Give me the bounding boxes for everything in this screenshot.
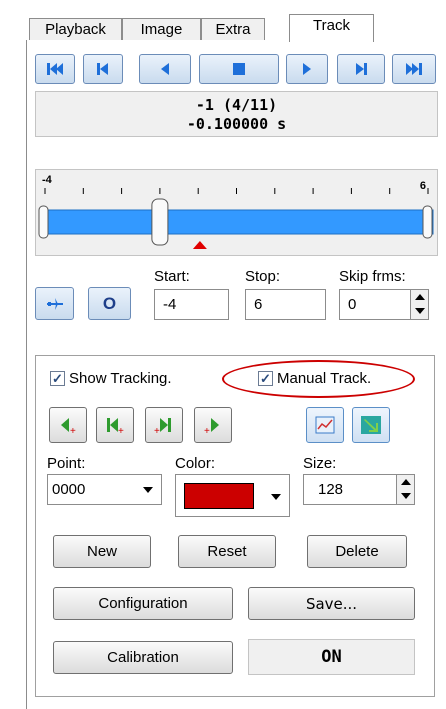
green-forward-plus-icon: +: [204, 418, 219, 435]
calibration-status: ON: [248, 639, 415, 675]
tab-track[interactable]: Track: [289, 14, 374, 42]
chevron-down-icon[interactable]: [271, 494, 281, 500]
frame-time-readout: -1 (4/11) -0.100000 s: [35, 91, 438, 137]
color-select[interactable]: [175, 474, 290, 517]
skip-frames-value: 0: [348, 296, 357, 313]
delete-button[interactable]: Delete: [307, 535, 407, 568]
save-button[interactable]: Save...: [248, 587, 415, 620]
size-label: Size:: [303, 455, 337, 472]
svg-text:+: +: [70, 426, 76, 435]
green-arrow-icon: [361, 416, 381, 434]
last-frame-button[interactable]: [392, 54, 436, 84]
size-spinner[interactable]: [396, 475, 414, 504]
calibration-button[interactable]: Calibration: [53, 641, 233, 674]
range-end-handle[interactable]: [422, 205, 433, 239]
origin-button[interactable]: O: [88, 287, 131, 320]
skip-frames-spinner[interactable]: [410, 290, 428, 319]
spin-down-icon[interactable]: [401, 493, 411, 499]
stop-icon: [233, 63, 245, 75]
slider-bar: [40, 209, 434, 235]
tab-playback[interactable]: Playback: [29, 18, 122, 41]
step-back-icon: [161, 63, 169, 75]
next-keyframe-icon: [356, 63, 367, 75]
checkbox-box[interactable]: ✓: [50, 371, 65, 386]
spin-down-icon[interactable]: [415, 308, 425, 314]
skip-frames-field[interactable]: 0: [339, 289, 429, 320]
prev-keyframe-button[interactable]: [83, 54, 123, 84]
point-value: 0000: [52, 481, 86, 498]
skip-frames-label: Skip frms:: [339, 268, 406, 285]
add-point-last-button[interactable]: +: [145, 407, 183, 443]
stop-field[interactable]: 6: [245, 289, 326, 320]
green-back-plus-icon: +: [61, 418, 76, 435]
add-point-back-button[interactable]: +: [49, 407, 87, 443]
slider-thumb[interactable]: [151, 198, 169, 246]
stop-label: Stop:: [245, 268, 281, 285]
color-label: Color:: [175, 455, 216, 472]
range-start-handle[interactable]: [38, 205, 49, 239]
time-readout: -0.100000 s: [186, 115, 287, 133]
color-swatch: [184, 482, 254, 509]
play-button[interactable]: [286, 54, 328, 84]
tab-label: Image: [140, 21, 183, 38]
configuration-button[interactable]: Configuration: [53, 587, 233, 620]
export-button[interactable]: [352, 407, 390, 443]
last-frame-icon: [406, 63, 422, 75]
chart-button[interactable]: [306, 407, 344, 443]
tab-label: Playback: [45, 21, 106, 38]
spin-up-icon[interactable]: [401, 479, 411, 485]
tab-strip: Playback Image Extra Track: [26, 0, 446, 42]
size-value: 128: [318, 481, 344, 498]
tab-label: Extra: [215, 21, 251, 38]
frame-slider[interactable]: -4 6: [35, 169, 438, 256]
stop-button[interactable]: [199, 54, 279, 84]
green-last-plus-icon: +: [154, 418, 171, 435]
slider-track-svg: -4 6: [38, 174, 434, 249]
show-tracking-checkbox[interactable]: ✓ Show Tracking.: [50, 370, 172, 387]
airplane-icon: [46, 297, 63, 310]
annotation-ellipse: [222, 360, 415, 398]
reset-button[interactable]: Reset: [178, 535, 276, 568]
start-field[interactable]: -4: [154, 289, 229, 320]
point-select[interactable]: 0000: [47, 474, 162, 505]
green-first-plus-icon: +: [107, 418, 124, 435]
svg-text:+: +: [154, 426, 160, 435]
current-frame-marker: [192, 241, 207, 249]
start-label: Start:: [154, 268, 190, 285]
svg-text:+: +: [118, 426, 124, 435]
tab-extra[interactable]: Extra: [201, 18, 265, 41]
slider-ticks: [44, 188, 429, 194]
slider-max-label: 6: [420, 180, 426, 192]
tab-image[interactable]: Image: [122, 18, 201, 41]
spin-up-icon[interactable]: [415, 294, 425, 300]
step-back-button[interactable]: [139, 54, 191, 84]
origin-icon: O: [102, 293, 117, 313]
chart-icon: [315, 416, 335, 434]
first-frame-button[interactable]: [35, 54, 75, 84]
new-button[interactable]: New: [53, 535, 151, 568]
svg-text:+: +: [204, 426, 210, 435]
add-point-forward-button[interactable]: +: [194, 407, 232, 443]
prev-keyframe-icon: [97, 63, 108, 75]
chevron-down-icon[interactable]: [143, 487, 153, 493]
play-icon: [303, 63, 311, 75]
check-icon: ✓: [52, 370, 63, 386]
next-keyframe-button[interactable]: [337, 54, 385, 84]
point-label: Point:: [47, 455, 86, 472]
first-frame-icon: [47, 63, 63, 75]
size-field[interactable]: 128: [303, 474, 415, 505]
tab-label: Track: [313, 17, 350, 34]
add-point-first-button[interactable]: +: [96, 407, 134, 443]
slider-min-label: -4: [42, 174, 53, 186]
show-tracking-label: Show Tracking.: [69, 370, 172, 387]
link-range-button[interactable]: [35, 287, 74, 320]
frame-readout: -1 (4/11): [195, 96, 278, 114]
